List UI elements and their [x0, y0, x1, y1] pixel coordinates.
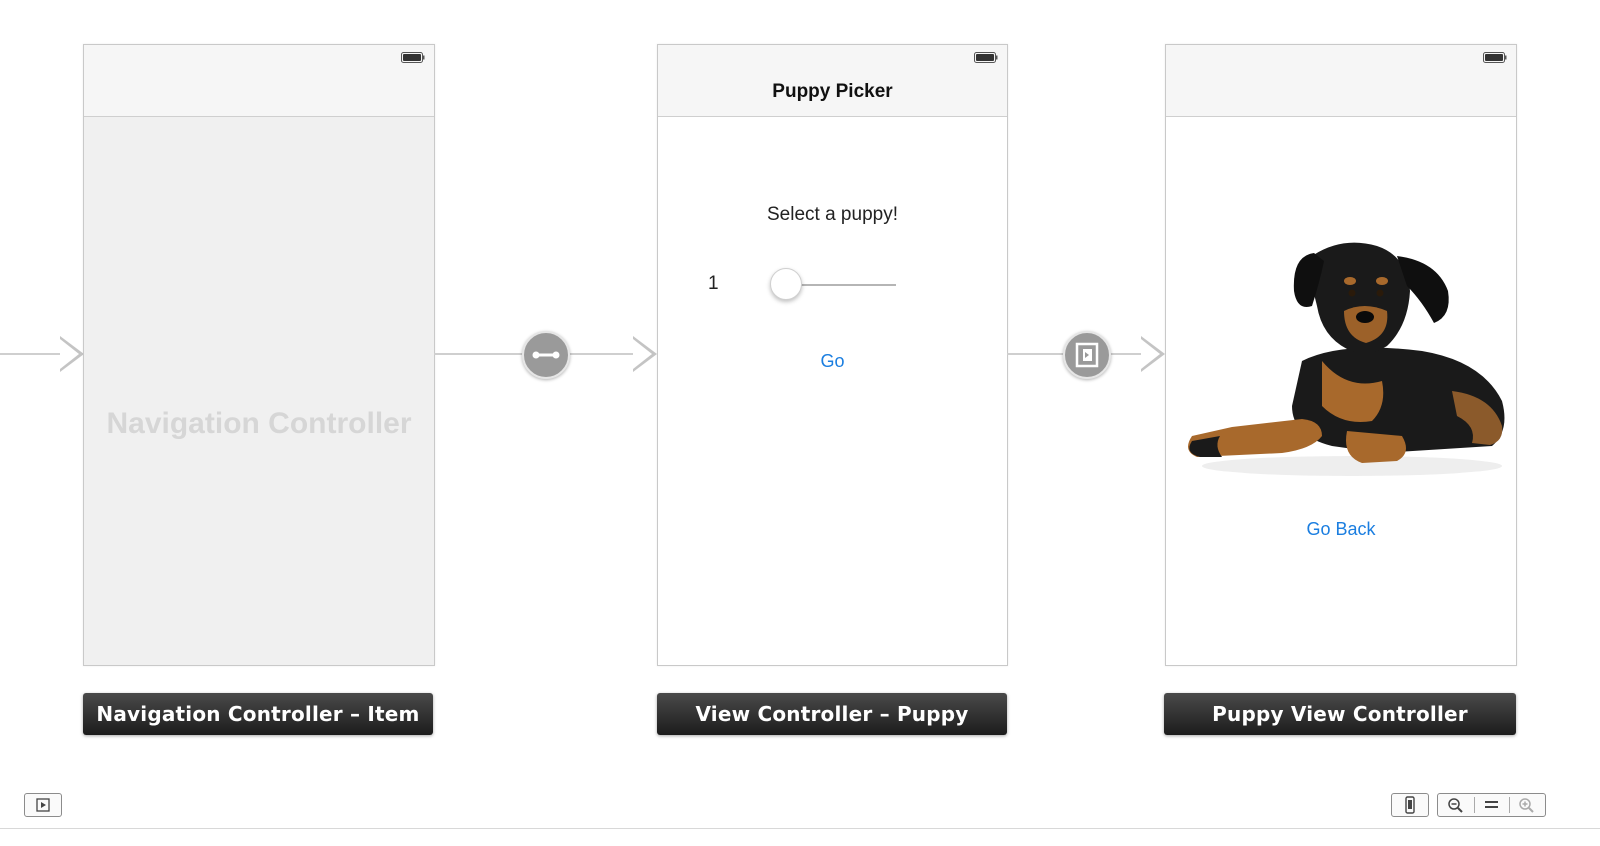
navigation-bar: [84, 45, 434, 117]
battery-icon: [401, 52, 425, 63]
puppy-image: [1188, 242, 1505, 476]
battery-icon: [974, 52, 998, 63]
device-size-icon: [1405, 796, 1415, 814]
push-segue-icon[interactable]: [522, 331, 570, 379]
navigation-controller-scene-label[interactable]: Navigation Controller – Item: [83, 693, 433, 735]
document-outline-icon: [36, 798, 50, 812]
navigation-controller-placeholder: Navigation Controller: [106, 407, 412, 440]
puppy-scene-label[interactable]: Puppy View Controller: [1164, 693, 1516, 735]
zoom-out-icon[interactable]: [1438, 794, 1474, 816]
navigation-controller-scene[interactable]: Navigation Controller: [83, 44, 435, 666]
zoom-in-icon[interactable]: [1509, 794, 1545, 816]
puppy-view-scene[interactable]: Go Back: [1165, 44, 1517, 666]
puppy-picker-scene[interactable]: Puppy Picker Select a puppy! 1 Go: [657, 44, 1008, 666]
modal-icon: [1075, 342, 1099, 368]
slider-track[interactable]: [786, 284, 896, 286]
slider-thumb[interactable]: [770, 268, 802, 300]
bottom-divider: [0, 828, 1600, 829]
go-button[interactable]: Go: [658, 351, 1007, 372]
select-prompt-label: Select a puppy!: [767, 204, 898, 225]
navigation-bar: Puppy Picker: [658, 45, 1007, 117]
link-icon: [532, 351, 560, 359]
picker-scene-label[interactable]: View Controller – Puppy Picker: [657, 693, 1007, 768]
navigation-bar: [1166, 45, 1516, 117]
actual-size-icon[interactable]: [1474, 794, 1509, 816]
document-outline-button[interactable]: [24, 793, 62, 817]
slider-value-label: 1: [708, 273, 719, 294]
navigation-controller-body: Navigation Controller: [84, 117, 434, 665]
battery-icon: [1483, 52, 1507, 63]
device-size-button[interactable]: [1391, 793, 1429, 817]
go-back-button[interactable]: Go Back: [1166, 519, 1516, 540]
entry-segue-line: [0, 353, 62, 355]
nav-title: Puppy Picker: [772, 81, 893, 102]
zoom-controls: [1437, 793, 1546, 817]
modal-segue-icon[interactable]: [1063, 331, 1111, 379]
